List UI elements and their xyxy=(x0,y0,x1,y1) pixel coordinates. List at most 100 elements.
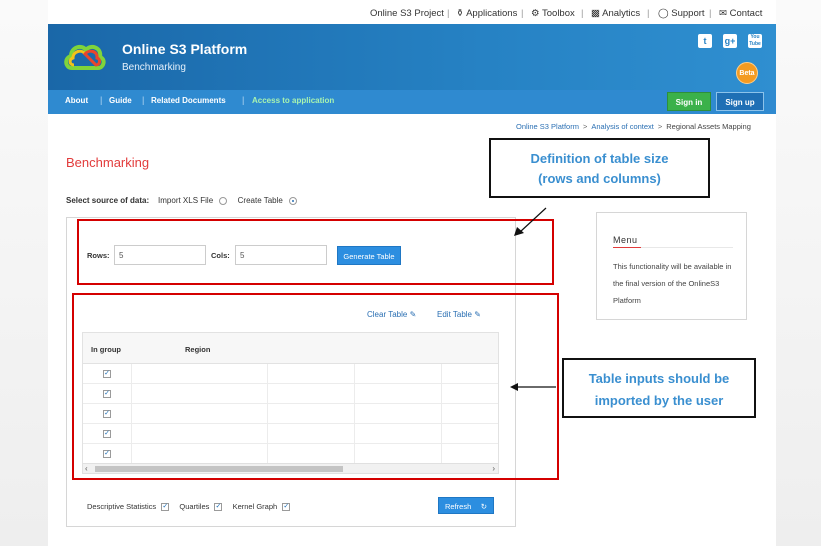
rows-input[interactable] xyxy=(114,245,206,265)
inputs-callout: Table inputs should be imported by the u… xyxy=(562,358,756,418)
table-header: In group Region xyxy=(83,333,498,364)
breadcrumb-analysis[interactable]: Analysis of context xyxy=(591,122,654,131)
quartiles-checkbox[interactable]: ✓ xyxy=(214,503,223,512)
refresh-label: Refresh xyxy=(445,502,472,511)
menu-title-underline xyxy=(613,247,641,248)
size-callout: Definition of table size (rows and colum… xyxy=(489,138,710,198)
gear-icon: ⚙ xyxy=(531,8,540,19)
inputs-callout-line-1: Table inputs should be xyxy=(588,371,730,386)
kernel-graph-checkbox[interactable]: ✓ xyxy=(282,503,291,512)
site-subtitle: Benchmarking xyxy=(122,62,186,73)
left-texture xyxy=(0,0,48,546)
toplink-project[interactable]: Online S3 Project xyxy=(370,8,444,19)
toplink-contact[interactable]: ✉ Contact xyxy=(719,8,762,19)
page-title: Benchmarking xyxy=(66,155,150,170)
menu-box: Menu This functionality will be availabl… xyxy=(596,212,747,320)
descriptive-statistics-checkbox[interactable]: ✓ xyxy=(161,503,170,512)
source-selector: Select source of data: Import XLS File C… xyxy=(66,196,305,205)
data-table: In group Region ✓ ✓ ✓ ✓ ✓ xyxy=(82,332,499,464)
edit-table-button[interactable]: Edit Table ✎ xyxy=(437,310,481,319)
eraser-icon: ✎ xyxy=(409,310,417,319)
breadcrumb: Online S3 Platform > Analysis of context > R… xyxy=(516,122,751,131)
create-table-label: Create Table xyxy=(237,196,283,205)
toplink-applications[interactable]: ⚱ Applications xyxy=(456,8,517,19)
table-row: ✓ xyxy=(83,444,498,463)
source-label: Select source of data: xyxy=(66,196,150,205)
breadcrumb-separator: > xyxy=(657,122,663,131)
clear-table-button[interactable]: Clear Table ✎ xyxy=(367,310,416,319)
bar-chart-icon: ▩ xyxy=(591,8,600,19)
toplink-support-label: Support xyxy=(671,8,705,19)
breadcrumb-home[interactable]: Online S3 Platform xyxy=(516,122,579,131)
menu-title: Menu xyxy=(613,235,638,245)
site-title[interactable]: Online S3 Platform xyxy=(122,41,247,57)
in-group-checkbox[interactable]: ✓ xyxy=(103,370,111,378)
top-links-bar: Online S3 Project | ⚱ Applications | ⚙ T… xyxy=(48,0,776,24)
lifebuoy-icon: ◯ xyxy=(658,8,669,19)
toplink-separator: | xyxy=(709,8,712,19)
lightbulb-icon: ⚱ xyxy=(456,8,464,19)
in-group-checkbox[interactable]: ✓ xyxy=(103,390,111,398)
nav-separator: | xyxy=(242,95,245,105)
page: Online S3 Project | ⚱ Applications | ⚙ T… xyxy=(48,0,776,546)
generate-table-button[interactable]: Generate Table xyxy=(337,246,401,265)
analysis-options: Descriptive Statistics ✓ Quartiles ✓ Ker… xyxy=(87,502,298,512)
table-row: ✓ xyxy=(83,384,498,404)
toplink-analytics-label: Analytics xyxy=(602,8,641,19)
envelope-icon: ✉ xyxy=(719,8,727,19)
in-group-checkbox[interactable]: ✓ xyxy=(103,410,111,418)
create-table-radio[interactable] xyxy=(289,196,298,205)
toplink-contact-label: Contact xyxy=(729,8,763,19)
nav-separator: | xyxy=(100,95,103,105)
table-row: ✓ xyxy=(83,404,498,424)
kernel-graph-label: Kernel Graph xyxy=(232,502,278,511)
quartiles-label: Quartiles xyxy=(179,502,210,511)
rows-label: Rows: xyxy=(87,251,110,260)
cols-label: Cols: xyxy=(211,251,230,260)
youtube-icon[interactable]: You Tube xyxy=(748,34,762,48)
size-callout-line-1: Definition of table size xyxy=(530,151,669,166)
refresh-button[interactable]: Refresh ↻ xyxy=(438,497,494,514)
inputs-callout-line-2: imported by the user xyxy=(594,393,724,408)
table-row: ✓ xyxy=(83,424,498,444)
edit-icon: ✎ xyxy=(474,310,481,319)
refresh-icon: ↻ xyxy=(480,502,487,511)
nav-access-application[interactable]: Access to application xyxy=(252,96,334,105)
twitter-icon[interactable]: t xyxy=(698,34,712,48)
toplink-separator: | xyxy=(581,8,584,19)
in-group-checkbox[interactable]: ✓ xyxy=(103,430,111,438)
google-plus-icon[interactable]: g+ xyxy=(723,34,737,48)
right-texture xyxy=(776,0,821,546)
scroll-right-icon[interactable]: › xyxy=(492,464,495,473)
toplink-support[interactable]: ◯ Support xyxy=(658,8,705,19)
inputs-arrow-icon xyxy=(510,383,556,391)
clear-table-label: Clear Table xyxy=(367,310,408,319)
toplink-toolbox-label: Toolbox xyxy=(542,8,575,19)
size-callout-line-2: (rows and columns) xyxy=(538,171,661,186)
breadcrumb-separator: > xyxy=(582,122,588,131)
menu-divider xyxy=(641,247,733,248)
header-banner: Online S3 Platform Benchmarking t g+ You… xyxy=(48,24,776,90)
scroll-thumb[interactable] xyxy=(95,466,343,472)
breadcrumb-current: Regional Assets Mapping xyxy=(666,122,751,131)
toplink-analytics[interactable]: ▩ Analytics xyxy=(591,8,640,19)
descriptive-statistics-label: Descriptive Statistics xyxy=(87,502,157,511)
header-region: Region xyxy=(185,345,211,354)
sign-up-button[interactable]: Sign up xyxy=(716,92,764,111)
import-xls-radio[interactable] xyxy=(219,196,228,205)
sign-in-button[interactable]: Sign in xyxy=(667,92,711,111)
nav-about[interactable]: About xyxy=(65,96,88,105)
beta-badge: Beta xyxy=(736,62,758,84)
edit-table-label: Edit Table xyxy=(437,310,472,319)
toplink-applications-label: Applications xyxy=(466,8,518,19)
in-group-checkbox[interactable]: ✓ xyxy=(103,450,111,458)
nav-separator: | xyxy=(142,95,145,105)
toplink-toolbox[interactable]: ⚙ Toolbox xyxy=(531,8,575,19)
nav-related-documents[interactable]: Related Documents xyxy=(151,96,226,105)
scroll-left-icon[interactable]: ‹ xyxy=(85,464,88,473)
cloud-logo-icon[interactable] xyxy=(62,38,106,76)
table-scrollbar[interactable]: ‹ › xyxy=(82,463,499,474)
nav-guide[interactable]: Guide xyxy=(109,96,132,105)
size-arrow-icon xyxy=(514,207,547,236)
cols-input[interactable] xyxy=(235,245,327,265)
